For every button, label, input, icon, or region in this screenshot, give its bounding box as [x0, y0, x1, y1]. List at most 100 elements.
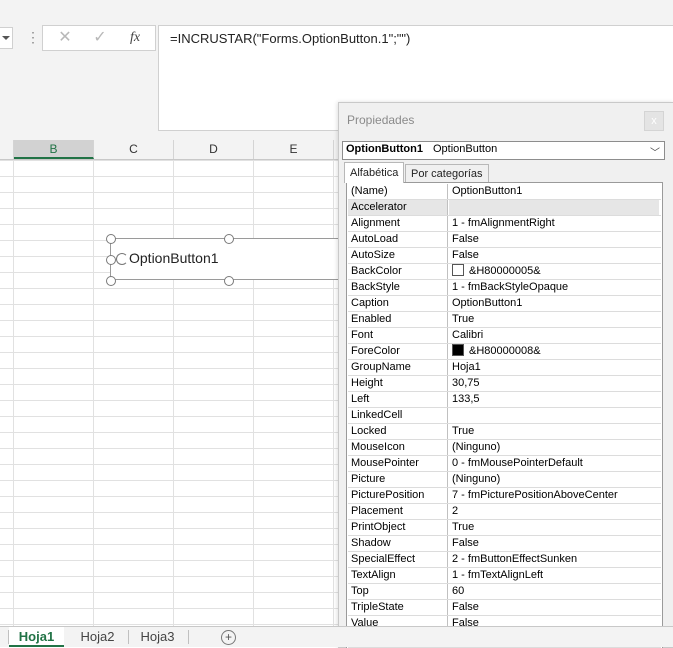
resize-handle[interactable]	[106, 276, 116, 286]
resize-handle[interactable]	[106, 255, 116, 265]
property-row[interactable]: SpecialEffect 2 - fmButtonEffectSunken	[348, 552, 661, 568]
select-all-corner[interactable]	[0, 140, 14, 159]
property-row[interactable]: TextAlign 1 - fmTextAlignLeft	[348, 568, 661, 584]
radio-icon[interactable]	[116, 253, 128, 265]
property-row[interactable]: GroupName Hoja1	[348, 360, 661, 376]
property-name: (Name)	[348, 184, 448, 199]
property-row[interactable]: Locked True	[348, 424, 661, 440]
property-value[interactable]: 60	[449, 584, 659, 599]
add-sheet-icon[interactable]: +	[221, 630, 236, 645]
object-selector[interactable]: OptionButton1 OptionButton ﹀	[342, 141, 665, 160]
sheet-tab-hoja3[interactable]: Hoja3	[130, 627, 185, 647]
sheet-tab-hoja1[interactable]: Hoja1	[9, 627, 64, 647]
property-value[interactable]: OptionButton1	[449, 184, 659, 199]
property-row[interactable]: AutoLoad False	[348, 232, 661, 248]
property-row[interactable]: MouseIcon (Ninguno)	[348, 440, 661, 456]
tab-alfabetica[interactable]: Alfabética	[344, 162, 405, 183]
column-header-b[interactable]: B	[14, 140, 94, 159]
property-value[interactable]: 7 - fmPicturePositionAboveCenter	[449, 488, 659, 503]
property-row[interactable]: (Name) OptionButton1	[348, 184, 661, 200]
enter-icon[interactable]: ✓	[90, 29, 110, 47]
property-row[interactable]: Font Calibri	[348, 328, 661, 344]
property-value[interactable]: False	[449, 248, 659, 263]
sheet-tab-hoja2[interactable]: Hoja2	[70, 627, 125, 647]
chevron-down-icon: ﹀	[650, 148, 660, 159]
property-grid: (Name) OptionButton1 Accelerator Alignment 1…	[346, 182, 663, 648]
property-name: AutoLoad	[348, 232, 448, 247]
property-value[interactable]: False	[449, 536, 659, 551]
property-value[interactable]: Calibri	[449, 328, 659, 343]
property-row[interactable]: Enabled True	[348, 312, 661, 328]
property-value[interactable]: &H80000005&	[449, 264, 659, 279]
property-value[interactable]: 1 - fmTextAlignLeft	[449, 568, 659, 583]
property-name: PicturePosition	[348, 488, 448, 503]
property-row[interactable]: PrintObject True	[348, 520, 661, 536]
property-value[interactable]: (Ninguno)	[449, 472, 659, 487]
property-value[interactable]: True	[449, 312, 659, 327]
property-value[interactable]: &H80000008&	[449, 344, 659, 359]
tab-por-categorias[interactable]: Por categorías	[405, 164, 489, 183]
property-row[interactable]: Alignment 1 - fmAlignmentRight	[348, 216, 661, 232]
property-value[interactable]	[449, 408, 659, 423]
property-row[interactable]: PicturePosition 7 - fmPicturePositionAbov…	[348, 488, 661, 504]
property-value[interactable]: False	[449, 232, 659, 247]
gridline	[333, 160, 334, 626]
insert-function-icon[interactable]: fx	[125, 29, 145, 47]
property-row[interactable]: Accelerator	[348, 200, 661, 216]
property-value[interactable]: 133,5	[449, 392, 659, 407]
resize-handle[interactable]	[106, 234, 116, 244]
property-name: Picture	[348, 472, 448, 487]
property-row[interactable]: MousePointer 0 - fmMousePointerDefault	[348, 456, 661, 472]
property-row[interactable]: ForeColor &H80000008&	[348, 344, 661, 360]
formula-bar-resize-handle[interactable]: ⋮	[26, 28, 40, 46]
property-row[interactable]: BackColor &H80000005&	[348, 264, 661, 280]
property-value[interactable]: 0 - fmMousePointerDefault	[449, 456, 659, 471]
property-row[interactable]: BackStyle 1 - fmBackStyleOpaque	[348, 280, 661, 296]
cancel-icon[interactable]: ✕	[55, 29, 75, 47]
property-value[interactable]: 2	[449, 504, 659, 519]
property-row[interactable]: Shadow False	[348, 536, 661, 552]
property-name: PrintObject	[348, 520, 448, 535]
property-row[interactable]: Height 30,75	[348, 376, 661, 392]
property-value[interactable]: True	[449, 424, 659, 439]
property-value[interactable]: 2 - fmButtonEffectSunken	[449, 552, 659, 567]
property-value[interactable]: 1 - fmAlignmentRight	[449, 216, 659, 231]
column-header-d[interactable]: D	[174, 140, 254, 159]
property-row[interactable]: TripleState False	[348, 600, 661, 616]
column-header-e[interactable]: E	[254, 140, 334, 159]
property-row[interactable]: LinkedCell	[348, 408, 661, 424]
property-row[interactable]: Placement 2	[348, 504, 661, 520]
property-name: Top	[348, 584, 448, 599]
property-value[interactable]: False	[449, 600, 659, 615]
property-row[interactable]: Caption OptionButton1	[348, 296, 661, 312]
resize-handle[interactable]	[224, 234, 234, 244]
color-swatch-icon	[452, 264, 464, 276]
column-header-c[interactable]: C	[94, 140, 174, 159]
gridline	[253, 160, 254, 626]
gridline	[93, 160, 94, 626]
property-name: AutoSize	[348, 248, 448, 263]
property-value[interactable]: 30,75	[449, 376, 659, 391]
property-value[interactable]: (Ninguno)	[449, 440, 659, 455]
property-value[interactable]: True	[449, 520, 659, 535]
property-row[interactable]: Top 60	[348, 584, 661, 600]
property-value[interactable]: OptionButton1	[449, 296, 659, 311]
property-name: Font	[348, 328, 448, 343]
close-icon[interactable]: x	[644, 111, 664, 131]
property-name: Left	[348, 392, 448, 407]
tab-separator	[188, 630, 189, 644]
property-value-text: &H80000008&	[469, 345, 541, 357]
property-row[interactable]: Left 133,5	[348, 392, 661, 408]
property-value[interactable]	[449, 200, 659, 215]
property-name: Accelerator	[348, 200, 448, 215]
gridline	[173, 160, 174, 626]
property-name: Placement	[348, 504, 448, 519]
property-name: MousePointer	[348, 456, 448, 471]
property-value[interactable]: Hoja1	[449, 360, 659, 375]
resize-handle[interactable]	[224, 276, 234, 286]
sheet-tab-bar: Hoja1 Hoja2 Hoja3 +	[0, 626, 673, 647]
property-row[interactable]: Picture (Ninguno)	[348, 472, 661, 488]
name-box-dropdown[interactable]	[0, 27, 13, 49]
property-value[interactable]: 1 - fmBackStyleOpaque	[449, 280, 659, 295]
property-row[interactable]: AutoSize False	[348, 248, 661, 264]
